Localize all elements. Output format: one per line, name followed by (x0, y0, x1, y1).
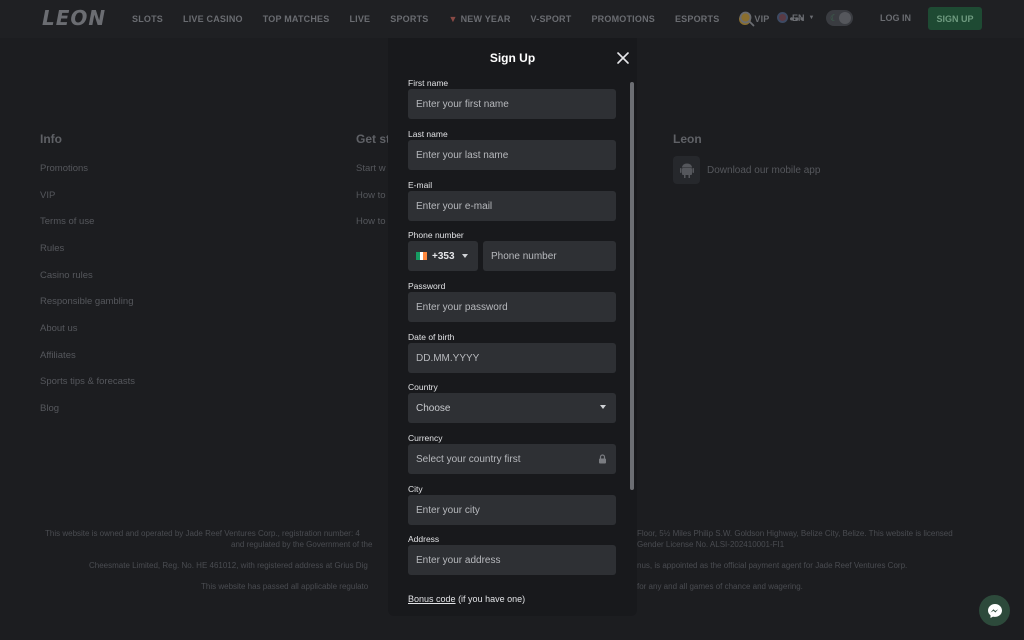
legal-text: Gender License No. ALSI-202410001-FI1 (637, 540, 785, 549)
footer-link[interactable]: Casino rules (40, 270, 93, 281)
theme-toggle[interactable]: ☾ (826, 10, 853, 26)
nav-top-matches[interactable]: TOP MATCHES (263, 14, 330, 24)
chevron-down-icon: ▼ (808, 14, 815, 21)
footer-link[interactable]: How to (356, 216, 386, 227)
country-select[interactable]: Choose (408, 393, 616, 423)
nav-vip-label: VIP (754, 14, 770, 24)
signup-modal: Sign Up First name Last name E-mail Phon… (388, 38, 637, 616)
email-field[interactable] (408, 191, 616, 221)
download-app-link[interactable]: Download our mobile app (707, 165, 820, 176)
signup-button[interactable]: SIGN UP (928, 7, 982, 30)
android-app-button[interactable] (673, 156, 700, 184)
modal-title: Sign Up (489, 51, 536, 65)
nav-sports[interactable]: SPORTS (390, 14, 428, 24)
nav-new-year[interactable]: ▼ NEW YEAR (448, 14, 510, 24)
last-name-field[interactable] (408, 140, 616, 170)
nav-esports[interactable]: ESPORTS (675, 14, 719, 24)
legal-text: and regulated by the Government of the (231, 540, 373, 549)
moon-icon: ☾ (830, 13, 839, 23)
footer-leon-title: Leon (673, 132, 702, 146)
footer-link[interactable]: Sports tips & forecasts (40, 376, 135, 387)
chevron-down-icon (461, 254, 468, 258)
currency-label: Currency (408, 433, 443, 443)
language-selector[interactable]: EN ▼ (777, 12, 814, 23)
footer-link[interactable]: Affiliates (40, 350, 76, 361)
city-label: City (408, 484, 423, 494)
top-header: LEON SLOTS LIVE CASINO TOP MATCHES LIVE … (0, 0, 1024, 38)
dob-field[interactable] (408, 343, 616, 373)
close-icon[interactable] (616, 51, 630, 65)
ireland-flag-icon (416, 252, 428, 260)
footer-link[interactable]: Rules (40, 243, 64, 254)
phone-field[interactable] (483, 241, 616, 271)
nav-slots[interactable]: SLOTS (132, 14, 163, 24)
leon-logo[interactable]: LEON (42, 6, 106, 30)
footer-link[interactable]: Responsible gambling (40, 296, 133, 307)
nav-live-casino[interactable]: LIVE CASINO (183, 14, 243, 24)
bonus-code-link[interactable]: Bonus code (408, 594, 456, 604)
chat-button[interactable] (979, 595, 1010, 626)
phone-code-value: +353 (432, 250, 455, 262)
legal-text: for any and all games of chance and wage… (637, 582, 803, 591)
login-button[interactable]: LOG IN (880, 13, 911, 23)
messenger-icon (987, 603, 1002, 618)
bonus-code-row: Bonus code (if you have one) (408, 594, 525, 604)
legal-text: Cheesmate Limited, Reg. No. HE 461012, w… (89, 561, 368, 570)
footer-info-title: Info (40, 132, 62, 146)
search-icon[interactable] (738, 10, 756, 28)
toggle-knob (839, 12, 851, 24)
footer-link[interactable]: Start w (356, 163, 386, 174)
uk-flag-icon (777, 12, 788, 23)
phone-label: Phone number (408, 230, 464, 240)
footer-link[interactable]: Terms of use (40, 216, 94, 227)
address-label: Address (408, 534, 440, 544)
footer-link[interactable]: Promotions (40, 163, 88, 174)
modal-scrollbar[interactable] (630, 82, 634, 490)
dob-label: Date of birth (408, 332, 455, 342)
currency-select[interactable]: Select your country first (408, 444, 616, 474)
nav-promotions[interactable]: PROMOTIONS (591, 14, 655, 24)
language-label: EN (792, 12, 805, 23)
currency-select-value: Select your country first (416, 453, 521, 465)
footer-link[interactable]: About us (40, 323, 78, 334)
bonus-code-note: (if you have one) (458, 594, 526, 604)
last-name-label: Last name (408, 129, 448, 139)
email-label: E-mail (408, 180, 433, 190)
legal-text: Floor, 5½ Miles Philip S.W. Goldson High… (637, 529, 953, 538)
nav-live[interactable]: LIVE (349, 14, 370, 24)
city-field[interactable] (408, 495, 616, 525)
footer-info: Info Promotions VIP Terms of use Rules C… (40, 132, 240, 422)
footer-link[interactable]: VIP (40, 190, 55, 201)
country-select-value: Choose (416, 402, 451, 414)
nav-v-sport[interactable]: V-SPORT (531, 14, 572, 24)
main-nav: SLOTS LIVE CASINO TOP MATCHES LIVE SPORT… (132, 0, 805, 38)
new-year-icon: ▼ (448, 14, 458, 24)
legal-text: nus, is appointed as the official paymen… (637, 561, 908, 570)
first-name-label: First name (408, 78, 449, 88)
address-field[interactable] (408, 545, 616, 575)
chevron-down-icon (600, 405, 606, 409)
footer-leon: Leon (673, 132, 873, 192)
android-icon (679, 163, 694, 178)
password-label: Password (408, 281, 446, 291)
password-field[interactable] (408, 292, 616, 322)
nav-new-year-label: NEW YEAR (460, 14, 511, 24)
first-name-field[interactable] (408, 89, 616, 119)
footer-link[interactable]: Blog (40, 403, 59, 414)
legal-text: This website has passed all applicable r… (201, 582, 369, 591)
footer-link[interactable]: How to (356, 190, 386, 201)
phone-code-selector[interactable]: +353 (408, 241, 478, 271)
lock-icon (599, 454, 606, 464)
legal-text: This website is owned and operated by Ja… (45, 529, 360, 538)
country-label: Country (408, 382, 438, 392)
